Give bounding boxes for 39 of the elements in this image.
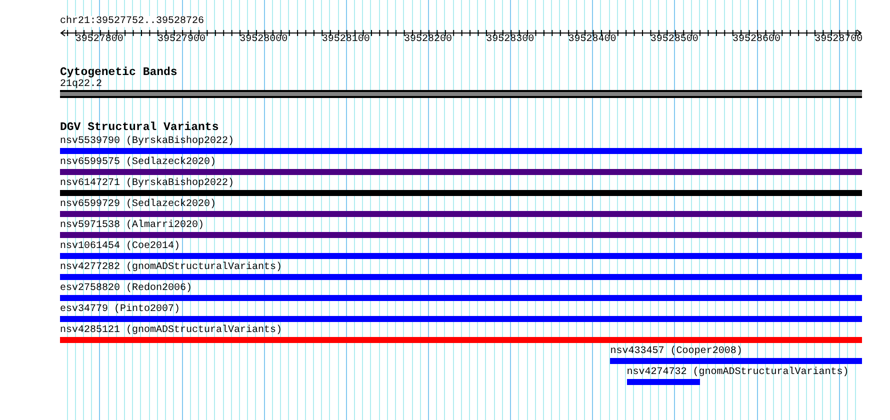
ruler-tick-label: 39528600 bbox=[732, 34, 780, 45]
variant-bar[interactable] bbox=[626, 379, 700, 385]
location-label: chr21:39527752..39528726 bbox=[60, 16, 204, 27]
variant-bar[interactable] bbox=[610, 358, 862, 364]
feature-label: nsv6599575 (Sedlazeck2020) bbox=[60, 157, 216, 168]
feature-label: esv34779 (Pinto2007) bbox=[60, 304, 180, 315]
ruler-tick-label: 39527900 bbox=[158, 34, 206, 45]
variant-bar[interactable] bbox=[60, 295, 862, 301]
variant-bar[interactable] bbox=[60, 148, 862, 154]
variant-bar[interactable] bbox=[60, 232, 862, 238]
variant-bar[interactable] bbox=[60, 211, 862, 217]
feature-label: esv2758820 (Redon2006) bbox=[60, 283, 192, 294]
feature-label: nsv4274732 (gnomADStructuralVariants) bbox=[626, 367, 849, 378]
variant-bar[interactable] bbox=[60, 253, 862, 259]
ruler-tick-label: 39528500 bbox=[650, 34, 698, 45]
variant-bar[interactable] bbox=[60, 337, 862, 343]
ruler-tick-label: 39528100 bbox=[322, 34, 370, 45]
ruler-tick-label: 39528700 bbox=[814, 34, 863, 45]
feature-label: nsv1061454 (Coe2014) bbox=[60, 241, 180, 252]
feature-label: 21q22.2 bbox=[60, 79, 102, 90]
feature-label: nsv4277282 (gnomADStructuralVariants) bbox=[60, 262, 282, 273]
variant-bar[interactable] bbox=[60, 169, 862, 175]
ruler-tick-label: 39528200 bbox=[404, 34, 452, 45]
feature-label: nsv5539790 (ByrskaBishop2022) bbox=[60, 136, 234, 147]
ruler-tick-label: 39528000 bbox=[240, 34, 288, 45]
track-title: Cytogenetic Bands bbox=[60, 67, 178, 79]
ruler-tick-label: 39528300 bbox=[486, 34, 534, 45]
ruler-tick-label: 39528400 bbox=[568, 34, 616, 45]
ruler-tick-label: 39527800 bbox=[75, 34, 124, 45]
feature-label: nsv4285121 (gnomADStructuralVariants) bbox=[60, 325, 282, 336]
variant-bar[interactable] bbox=[60, 274, 862, 280]
feature-label: nsv6147271 (ByrskaBishop2022) bbox=[60, 178, 234, 189]
variant-bar[interactable] bbox=[60, 316, 862, 322]
feature-label: nsv433457 (Cooper2008) bbox=[610, 346, 742, 357]
track-title: DGV Structural Variants bbox=[60, 122, 219, 134]
feature-label: nsv6599729 (Sedlazeck2020) bbox=[60, 199, 216, 210]
variant-bar[interactable] bbox=[60, 190, 862, 196]
cytoband-bar[interactable] bbox=[60, 90, 862, 98]
feature-label: nsv5971538 (Almarri2020) bbox=[60, 220, 204, 231]
